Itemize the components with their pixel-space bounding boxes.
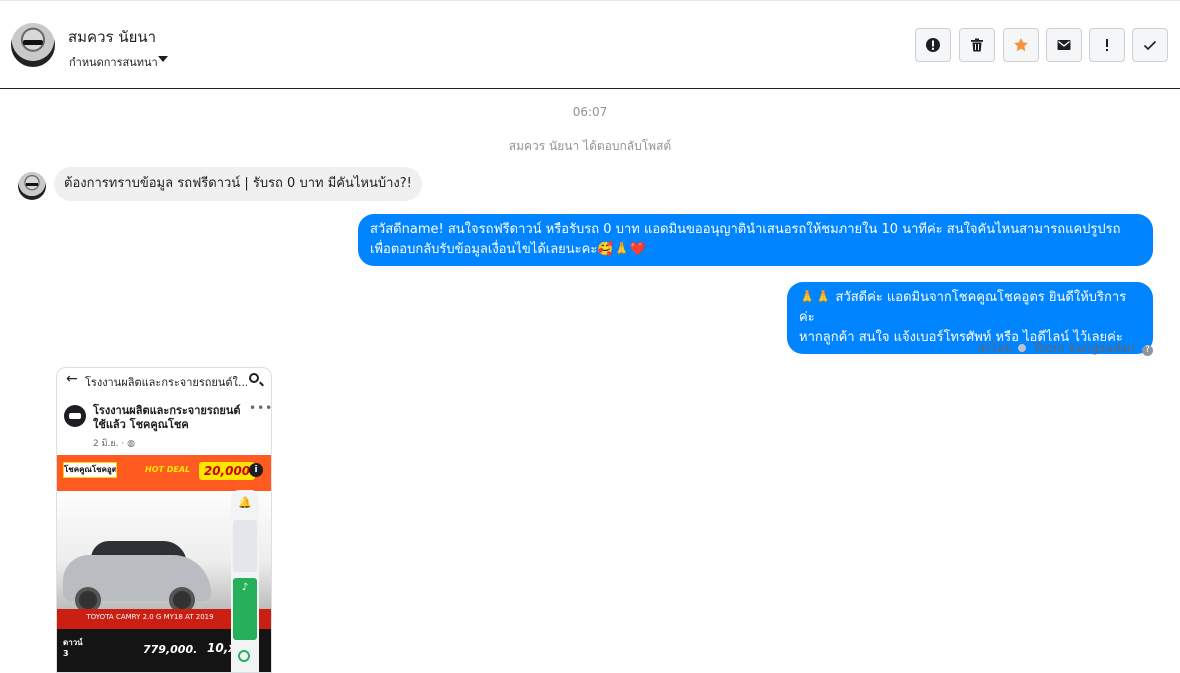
widget-action-button[interactable]: ♪ [233, 578, 257, 640]
brand-logo: โชคคูณโชคอูตร [63, 462, 117, 478]
message-line: เพื่อตอบกลับรับข้อมูลเงื่อนไขได้เลยนะคะ🥰… [370, 242, 646, 257]
post-topbar: ← โรงงานผลิตและกระจายรถยนต์ใ... [57, 368, 271, 392]
circle-icon[interactable] [238, 650, 250, 662]
page-logo [64, 405, 86, 427]
check-icon [1143, 40, 1157, 51]
mark-done-button[interactable] [1132, 28, 1168, 62]
car-model: TOYOTA CAMRY 2.0 G MY18 AT 2019 [86, 613, 214, 621]
conversation-header: สมควร นัยนา กำหนดการสนทนา [0, 0, 1180, 89]
sent-by-prefix: ส่งโดย [977, 341, 1012, 355]
bell-icon[interactable]: 🔔 [238, 496, 252, 510]
post-date: 2 มิ.ย. · ◍ [93, 439, 135, 449]
music-note-icon: ♪ [241, 582, 249, 593]
down-payment: ดาวน์ 3 [63, 638, 83, 658]
sent-by-agent[interactable]: Toom Kangsadan [1033, 341, 1135, 355]
conversation-schedule-label[interactable]: กำหนดการสนทนา [69, 53, 158, 71]
exclamation-icon [1106, 39, 1108, 51]
star-button[interactable] [1003, 28, 1039, 62]
floating-widget[interactable]: 🔔 ♪ [231, 490, 259, 672]
incoming-message[interactable]: ต้องการทราบข้อมูล รถฟรีดาวน์ | รับรถ 0 บ… [54, 167, 422, 201]
info-icon: i [249, 463, 263, 477]
post-topbar-title: โรงงานผลิตและกระจายรถยนต์ใ... [85, 376, 247, 389]
sent-by-label: ส่งโดย Toom Kangsadan ? [977, 339, 1153, 358]
message-timestamp: 06:07 [572, 105, 608, 119]
chevron-down-icon[interactable] [158, 56, 168, 62]
contact-avatar[interactable] [11, 23, 55, 67]
back-arrow-icon: ← [66, 371, 78, 387]
sender-avatar[interactable] [18, 172, 46, 200]
page-name: โรงงานผลิตและกระจายรถยนต์ใช้แล้ว โชคคูณโ… [93, 404, 241, 431]
follow-up-button[interactable] [1089, 28, 1125, 62]
alert-circle-icon [926, 38, 940, 52]
trash-icon [971, 38, 983, 52]
widget-slot [233, 520, 257, 572]
price-badge: 20,000 [199, 462, 255, 480]
mark-spam-button[interactable] [915, 28, 951, 62]
outgoing-message[interactable]: สวัสดีname! สนใจรถฟรีดาวน์ หรือรับรถ 0 บ… [358, 214, 1153, 266]
more-options-icon: ••• [249, 401, 272, 415]
delete-button[interactable] [959, 28, 995, 62]
message-line: สวัสดีname! สนใจรถฟรีดาวน์ หรือรับรถ 0 บ… [370, 222, 1121, 237]
shared-post-attachment[interactable]: ← โรงงานผลิตและกระจายรถยนต์ใ... โรงงานผล… [56, 367, 272, 673]
full-price: 779,000. [143, 643, 198, 656]
contact-name[interactable]: สมควร นัยนา [68, 25, 156, 49]
envelope-icon [1057, 40, 1071, 50]
mark-unread-button[interactable] [1046, 28, 1082, 62]
search-icon [249, 373, 259, 383]
image-banner: โชคคูณโชคอูตร HOT DEAL 20,000 i [57, 455, 271, 491]
globe-icon: ◍ [127, 439, 135, 449]
hot-deal-tag: HOT DEAL [145, 465, 191, 474]
system-message: สมควร นัยนา ได้ตอบกลับโพสต์ [508, 139, 672, 153]
help-icon[interactable]: ? [1142, 345, 1153, 356]
agent-status-icon [1018, 344, 1027, 352]
star-icon [1014, 38, 1028, 52]
message-line: 🙏🙏 สวัสดีค่ะ แอดมินจากโชคคูณโชคอูตร ยินด… [799, 290, 1127, 325]
